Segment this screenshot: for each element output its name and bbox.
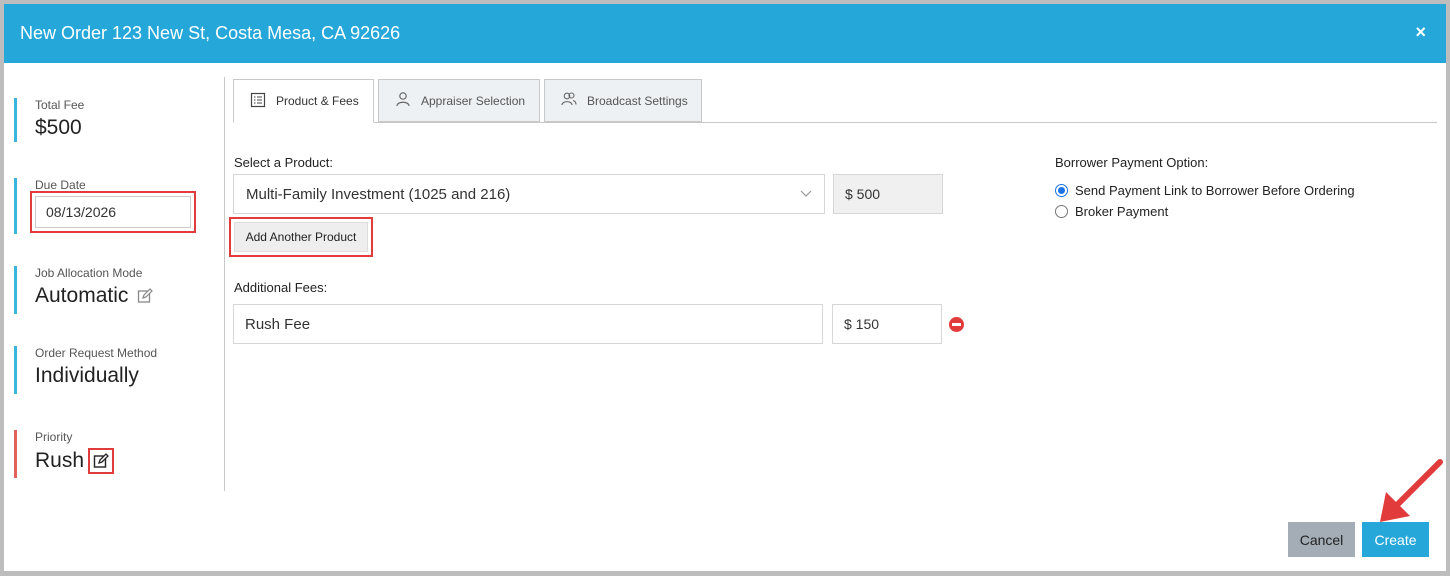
close-button[interactable]: ×: [1415, 22, 1426, 43]
person-icon: [395, 91, 411, 110]
payment-option-send-link-label: Send Payment Link to Borrower Before Ord…: [1075, 183, 1355, 198]
add-product-highlight: Add Another Product: [229, 217, 373, 257]
list-icon: [250, 92, 266, 111]
priority-block: Priority Rush: [14, 430, 115, 478]
remove-fee-icon[interactable]: [949, 317, 964, 332]
modal-title: New Order 123 New St, Costa Mesa, CA 926…: [20, 23, 401, 43]
payment-option-broker-label: Broker Payment: [1075, 204, 1169, 219]
tab-product-fees-label: Product & Fees: [276, 94, 359, 108]
priority-value: Rush: [35, 449, 85, 472]
priority-label: Priority: [35, 430, 73, 444]
new-order-modal: New Order 123 New St, Costa Mesa, CA 926…: [4, 4, 1446, 571]
order-request-label: Order Request Method: [35, 346, 158, 360]
payment-option-send-link[interactable]: Send Payment Link to Borrower Before Ord…: [1055, 183, 1355, 198]
product-price-field[interactable]: $ 500: [833, 174, 943, 214]
tab-bar: Product & Fees Appraiser Selection Broad…: [233, 79, 1437, 123]
job-allocation-block: Job Allocation Mode Automatic: [14, 266, 154, 314]
total-fee-value: $500: [35, 116, 82, 139]
sidebar-divider: [224, 77, 225, 491]
people-icon: [561, 91, 577, 110]
product-select-value: Multi-Family Investment (1025 and 216): [246, 185, 511, 203]
tab-broadcast-settings-label: Broadcast Settings: [587, 93, 688, 108]
due-date-input[interactable]: [35, 196, 191, 228]
edit-icon[interactable]: [136, 287, 154, 305]
radio-broker[interactable]: [1055, 205, 1068, 218]
modal-header: New Order 123 New St, Costa Mesa, CA 926…: [4, 4, 1446, 63]
additional-fees-label: Additional Fees:: [234, 280, 328, 295]
chevron-down-icon: [800, 190, 812, 197]
create-button[interactable]: Create: [1362, 522, 1429, 557]
product-label: Select a Product:: [234, 155, 333, 170]
due-date-highlight: [30, 191, 196, 233]
order-request-block: Order Request Method Individually: [14, 346, 157, 394]
radio-send-link[interactable]: [1055, 184, 1068, 197]
annotation-arrow-icon: [1380, 459, 1443, 522]
tab-broadcast-settings[interactable]: Broadcast Settings: [544, 79, 702, 122]
due-date-label: Due Date: [35, 178, 86, 192]
payment-option-label: Borrower Payment Option:: [1055, 155, 1209, 170]
fee-amount-input[interactable]: $ 150: [832, 304, 942, 344]
priority-row: Rush: [35, 448, 115, 474]
job-allocation-label: Job Allocation Mode: [35, 266, 143, 280]
tab-product-fees[interactable]: Product & Fees: [233, 79, 374, 123]
total-fee-label: Total Fee: [35, 98, 85, 112]
product-select[interactable]: Multi-Family Investment (1025 and 216): [233, 174, 825, 214]
fee-name-input[interactable]: Rush Fee: [233, 304, 823, 344]
payment-option-broker[interactable]: Broker Payment: [1055, 204, 1168, 219]
job-allocation-value: Automatic: [35, 284, 129, 307]
job-allocation-row: Automatic: [35, 284, 154, 308]
tab-appraiser-selection-label: Appraiser Selection: [421, 93, 526, 108]
cancel-button[interactable]: Cancel: [1288, 522, 1355, 557]
total-fee-block: Total Fee $500: [14, 98, 84, 142]
order-request-value: Individually: [35, 364, 139, 387]
priority-edit-icon[interactable]: [88, 448, 115, 474]
add-another-product-button[interactable]: Add Another Product: [234, 222, 368, 252]
tab-appraiser-selection[interactable]: Appraiser Selection: [378, 79, 540, 122]
